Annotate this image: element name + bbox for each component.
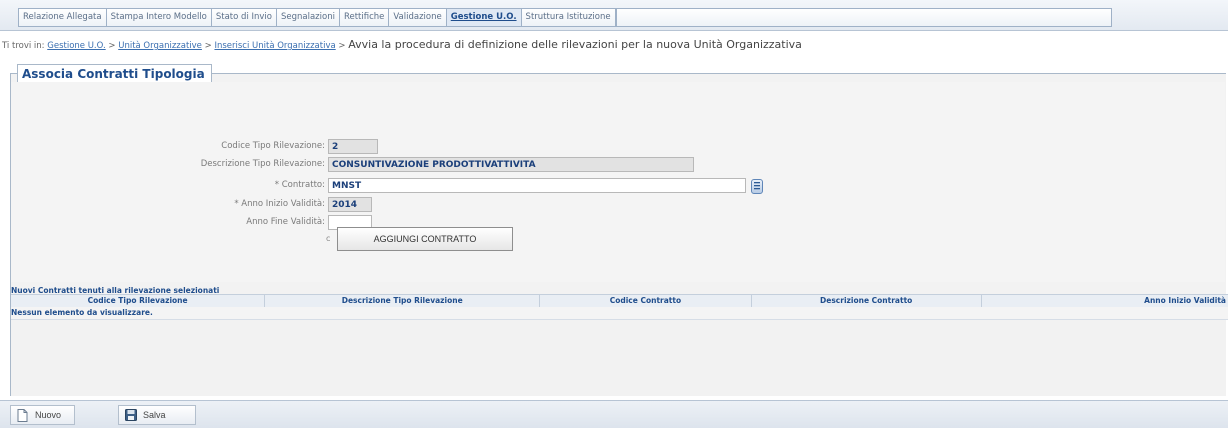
codice-tipo-field: 2 xyxy=(328,139,378,154)
contratto-lookup-button[interactable] xyxy=(751,179,763,194)
tab-stato-di-invio[interactable]: Stato di Invio xyxy=(211,9,277,26)
column-header-codice-contratto[interactable]: Codice Contratto xyxy=(540,295,752,307)
aggiungi-contratto-button[interactable]: AGGIUNGI CONTRATTO xyxy=(337,227,513,251)
tab-list: Relazione Allegata Stampa Intero Modello… xyxy=(18,8,1112,27)
tab-gestione-uo[interactable]: Gestione U.O. xyxy=(446,9,522,26)
tab-bar-filler xyxy=(615,9,1111,26)
new-button-label: Nuovo xyxy=(35,410,62,420)
floppy-disk-icon xyxy=(125,409,137,421)
tab-rettifiche[interactable]: Rettifiche xyxy=(339,9,390,26)
breadcrumb-separator: > xyxy=(204,41,212,51)
contratto-label: * Contratto: xyxy=(274,180,325,190)
panel-title: Associa Contratti Tipologia xyxy=(22,67,205,81)
tab-validazione[interactable]: Validazione xyxy=(389,9,447,26)
breadcrumb-prefix: Ti trovi in: xyxy=(2,41,45,51)
codice-tipo-label: Codice Tipo Rilevazione: xyxy=(221,141,325,151)
save-button-label: Salva xyxy=(143,410,166,420)
tab-relazione-allegata[interactable]: Relazione Allegata xyxy=(19,9,107,26)
tab-stampa-intero-modello[interactable]: Stampa Intero Modello xyxy=(106,9,212,26)
column-header-anno-inizio[interactable]: Anno Inizio Validità xyxy=(982,295,1228,307)
list-lookup-icon xyxy=(754,182,760,190)
breadcrumb-link-unita-organizzative[interactable]: Unità Organizzative xyxy=(118,41,202,51)
breadcrumb-current: Avvia la procedura di definizione delle … xyxy=(348,38,802,51)
anno-inizio-field: 2014 xyxy=(328,197,372,212)
panel-legend: Associa Contratti Tipologia xyxy=(17,64,212,83)
tab-segnalazioni[interactable]: Segnalazioni xyxy=(277,9,340,26)
new-button[interactable]: Nuovo xyxy=(10,405,75,425)
table-header: Codice Tipo Rilevazione Descrizione Tipo… xyxy=(11,294,1228,308)
contratto-input[interactable]: MNST xyxy=(328,178,746,193)
top-tab-bar: Relazione Allegata Stampa Intero Modello… xyxy=(0,0,1228,31)
add-contract-prefix: c xyxy=(326,234,331,243)
new-document-icon xyxy=(17,409,28,422)
bottom-toolbar: Nuovo Salva xyxy=(0,400,1228,428)
breadcrumb-link-inserisci-unita[interactable]: Inserisci Unità Organizzativa xyxy=(214,41,335,51)
breadcrumb: Ti trovi in: Gestione U.O. > Unità Organ… xyxy=(2,37,802,53)
breadcrumb-link-gestione-uo[interactable]: Gestione U.O. xyxy=(47,41,105,51)
descrizione-tipo-field: CONSUNTIVAZIONE PRODOTTIVATTIVITA xyxy=(328,157,694,172)
table-empty-message: Nessun elemento da visualizzare. xyxy=(11,307,1228,320)
column-header-descrizione-tipo[interactable]: Descrizione Tipo Rilevazione xyxy=(265,295,541,307)
breadcrumb-separator: > xyxy=(108,41,116,51)
save-button[interactable]: Salva xyxy=(118,405,196,425)
panel-border xyxy=(10,73,17,74)
anno-inizio-label: * Anno Inizio Validità: xyxy=(234,199,325,209)
column-header-codice-tipo[interactable]: Codice Tipo Rilevazione xyxy=(11,295,266,307)
tab-struttura-istituzione[interactable]: Struttura Istituzione xyxy=(521,9,616,26)
descrizione-tipo-label: Descrizione Tipo Rilevazione: xyxy=(200,159,325,169)
breadcrumb-separator: > xyxy=(338,41,346,51)
column-header-descrizione-contratto[interactable]: Descrizione Contratto xyxy=(752,295,982,307)
anno-fine-label: Anno Fine Validità: xyxy=(246,217,325,227)
